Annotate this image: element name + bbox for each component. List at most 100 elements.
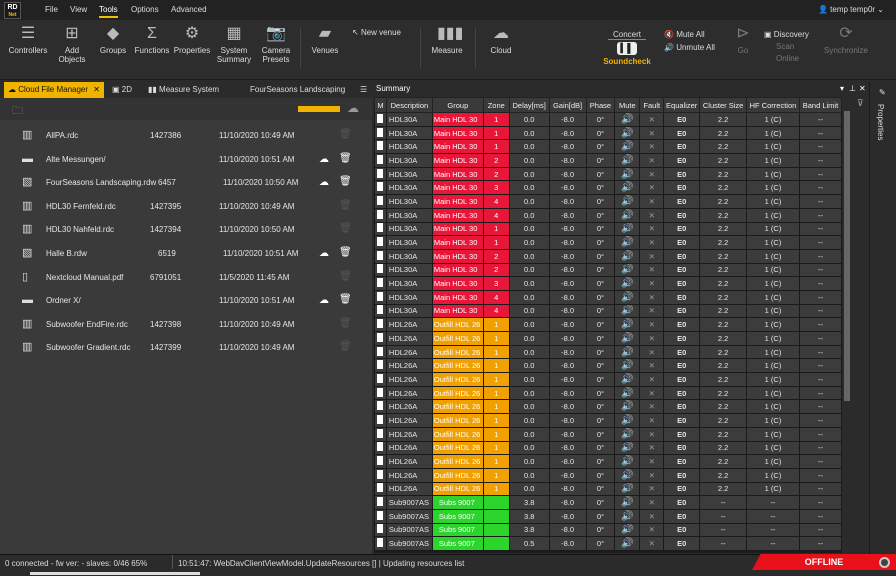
equalizer-cell[interactable]: E0 — [663, 235, 701, 250]
delay-cell[interactable]: 0.0 — [508, 426, 550, 442]
venues-button[interactable]: ▰ Venues — [306, 22, 344, 55]
table-row[interactable]: HDL26A Outfill HDL 26 1 0.0 -8.0 0° 🔊 ✕ E0 2.2 1 (… — [374, 399, 842, 415]
phase-cell[interactable]: 0° — [585, 440, 616, 456]
gain-cell[interactable]: -8.0 — [548, 481, 587, 497]
speaker-icon[interactable]: 🔊 — [614, 262, 641, 278]
speaker-icon[interactable]: 🔊 — [614, 358, 641, 374]
select-cell[interactable] — [374, 153, 387, 168]
trash-icon[interactable]: 🗑 — [339, 176, 352, 187]
gain-cell[interactable]: -8.0 — [548, 207, 587, 223]
delay-cell[interactable]: 0.0 — [508, 454, 550, 469]
speaker-icon[interactable]: 🔊 — [614, 194, 641, 209]
table-row[interactable]: HDL26A Outfill HDL 26 1 0.0 -8.0 0° 🔊 ✕ E0 2.2 1 (… — [374, 344, 842, 360]
equalizer-cell[interactable]: E0 — [663, 207, 701, 223]
column-header[interactable]: Band Limit — [798, 97, 842, 113]
file-row[interactable]: ▬ Ordner X/11/10/2020 10:51 AM ☁ 🗑 — [0, 289, 372, 312]
gain-cell[interactable]: -8.0 — [548, 358, 587, 374]
speaker-icon[interactable]: 🔊 — [614, 112, 641, 127]
speaker-icon[interactable]: 🔊 — [614, 522, 641, 538]
table-row[interactable]: HDL26A Outfill HDL 26 1 0.0 -8.0 0° 🔊 ✕ E0 2.2 1 (… — [374, 481, 842, 497]
equalizer-cell[interactable]: E0 — [663, 495, 701, 510]
camera-presets-button[interactable]: 📷 Camera Presets — [256, 22, 296, 64]
select-cell[interactable] — [374, 385, 387, 401]
close-summary-icon[interactable]: ✕ — [859, 82, 866, 96]
properties-button[interactable]: ⚙ Properties — [172, 22, 212, 55]
controllers-button[interactable]: ☰ Controllers — [8, 22, 48, 55]
delay-cell[interactable]: 0.0 — [508, 303, 550, 319]
table-row[interactable]: HDL26A Outfill HDL 26 1 0.0 -8.0 0° 🔊 ✕ E0 2.2 1 (… — [374, 440, 842, 456]
column-header[interactable]: Delay[ms] — [508, 97, 550, 113]
equalizer-cell[interactable]: E0 — [663, 399, 701, 415]
equalizer-cell[interactable]: E0 — [663, 112, 701, 127]
phase-cell[interactable]: 0° — [585, 303, 616, 319]
select-cell[interactable] — [374, 221, 387, 237]
select-cell[interactable] — [374, 454, 387, 469]
speaker-icon[interactable]: 🔊 — [614, 289, 641, 305]
speaker-icon[interactable]: 🔊 — [614, 139, 641, 155]
phase-cell[interactable]: 0° — [585, 180, 616, 196]
speaker-icon[interactable]: 🔊 — [614, 344, 641, 360]
table-row[interactable]: HDL26A Outfill HDL 26 1 0.0 -8.0 0° 🔊 ✕ E0 2.2 1 (… — [374, 372, 842, 387]
trash-icon[interactable]: 🗑 — [339, 318, 352, 329]
table-row[interactable]: HDL26A Outfill HDL 26 1 0.0 -8.0 0° 🔊 ✕ E0 2.2 1 (… — [374, 385, 842, 401]
equalizer-cell[interactable]: E0 — [663, 440, 701, 456]
table-row[interactable]: HDL26A Outfill HDL 26 1 0.0 -8.0 0° 🔊 ✕ E0 2.2 1 (… — [374, 358, 842, 374]
file-row[interactable]: ▯ Nextcloud Manual.pdf 6791051 11/5/2020 11… — [0, 266, 372, 289]
trash-icon[interactable]: 🗑 — [339, 153, 352, 164]
equalizer-cell[interactable]: E0 — [663, 248, 701, 264]
delay-cell[interactable]: 0.0 — [508, 372, 550, 387]
groups-button[interactable]: ◆ Groups — [96, 22, 130, 55]
delay-cell[interactable]: 0.0 — [508, 235, 550, 250]
select-cell[interactable] — [374, 522, 387, 538]
new-venue-button[interactable]: ↖ New venue — [352, 28, 412, 37]
equalizer-cell[interactable]: E0 — [663, 331, 701, 346]
gain-cell[interactable]: -8.0 — [548, 289, 587, 305]
equalizer-cell[interactable]: E0 — [663, 467, 701, 483]
tab-2d[interactable]: ▣ 2D — [108, 82, 138, 98]
speaker-icon[interactable]: 🔊 — [614, 454, 641, 469]
phase-cell[interactable]: 0° — [585, 194, 616, 209]
gain-cell[interactable]: -8.0 — [548, 413, 587, 428]
speaker-icon[interactable]: 🔊 — [614, 207, 641, 223]
table-row[interactable]: HDL26A Outfill HDL 26 1 0.0 -8.0 0° 🔊 ✕ E0 2.2 1 (… — [374, 317, 842, 332]
speaker-icon[interactable]: 🔊 — [614, 166, 641, 182]
menu-view[interactable]: View — [70, 5, 87, 14]
gain-cell[interactable]: -8.0 — [548, 440, 587, 456]
phase-cell[interactable]: 0° — [585, 317, 616, 332]
column-header[interactable]: Gain[dB] — [548, 97, 587, 113]
select-cell[interactable] — [374, 317, 387, 332]
delay-cell[interactable]: 0.0 — [508, 276, 550, 291]
select-cell[interactable] — [374, 426, 387, 442]
table-row[interactable]: Sub9007AS Subs 9007 3.8 -8.0 0° 🔊 ✕ E0 -- -- -- — [374, 495, 842, 510]
gain-cell[interactable]: -8.0 — [548, 317, 587, 332]
cloud-button[interactable]: ☁ Cloud — [482, 22, 520, 55]
delay-cell[interactable]: 0.0 — [508, 125, 550, 141]
table-row[interactable]: HDL30A Main HDL 30 1 0.0 -8.0 0° 🔊 ✕ E0 2.2 1 (C) -… — [374, 221, 842, 237]
tab-venue[interactable]: FourSeasons Landscaping — [246, 82, 346, 98]
speaker-icon[interactable]: 🔊 — [614, 303, 641, 319]
phase-cell[interactable]: 0° — [585, 536, 616, 551]
table-row[interactable]: Sub9007AS Subs 9007 0.5 -8.0 0° 🔊 ✕ E0 -- -- -- — [374, 536, 842, 551]
delay-cell[interactable]: 0.0 — [508, 344, 550, 360]
delay-cell[interactable]: 0.0 — [508, 166, 550, 182]
filter-icon[interactable]: ⊽ — [857, 98, 864, 109]
speaker-icon[interactable]: 🔊 — [614, 372, 641, 387]
table-row[interactable]: HDL30A Main HDL 30 2 0.0 -8.0 0° 🔊 ✕ E0 2.2 1 (C) -… — [374, 262, 842, 278]
table-row[interactable]: HDL26A Outfill HDL 26 1 0.0 -8.0 0° 🔊 ✕ E0 2.2 1 (… — [374, 467, 842, 483]
speaker-icon[interactable]: 🔊 — [614, 495, 641, 510]
gain-cell[interactable]: -8.0 — [548, 467, 587, 483]
phase-cell[interactable]: 0° — [585, 495, 616, 510]
select-cell[interactable] — [374, 303, 387, 319]
table-row[interactable]: HDL30A Main HDL 30 2 0.0 -8.0 0° 🔊 ✕ E0 2.2 1 (C) -… — [374, 248, 842, 264]
tab-cloud-file-manager[interactable]: ☁ Cloud File Manager ✕ — [4, 82, 104, 98]
speaker-icon[interactable]: 🔊 — [614, 235, 641, 250]
trash-icon[interactable]: 🗑 — [339, 129, 352, 140]
delay-cell[interactable]: 0.0 — [508, 194, 550, 209]
speaker-icon[interactable]: 🔊 — [614, 180, 641, 196]
cloud-download-icon[interactable]: ☁ — [319, 295, 329, 306]
table-row[interactable]: HDL30A Main HDL 30 1 0.0 -8.0 0° 🔊 ✕ E0 2.2 1 (C) -… — [374, 112, 842, 127]
column-header[interactable]: Description — [385, 97, 433, 113]
wrench-icon[interactable]: ✎ — [879, 88, 886, 97]
speaker-icon[interactable]: 🔊 — [614, 440, 641, 456]
select-cell[interactable] — [374, 344, 387, 360]
